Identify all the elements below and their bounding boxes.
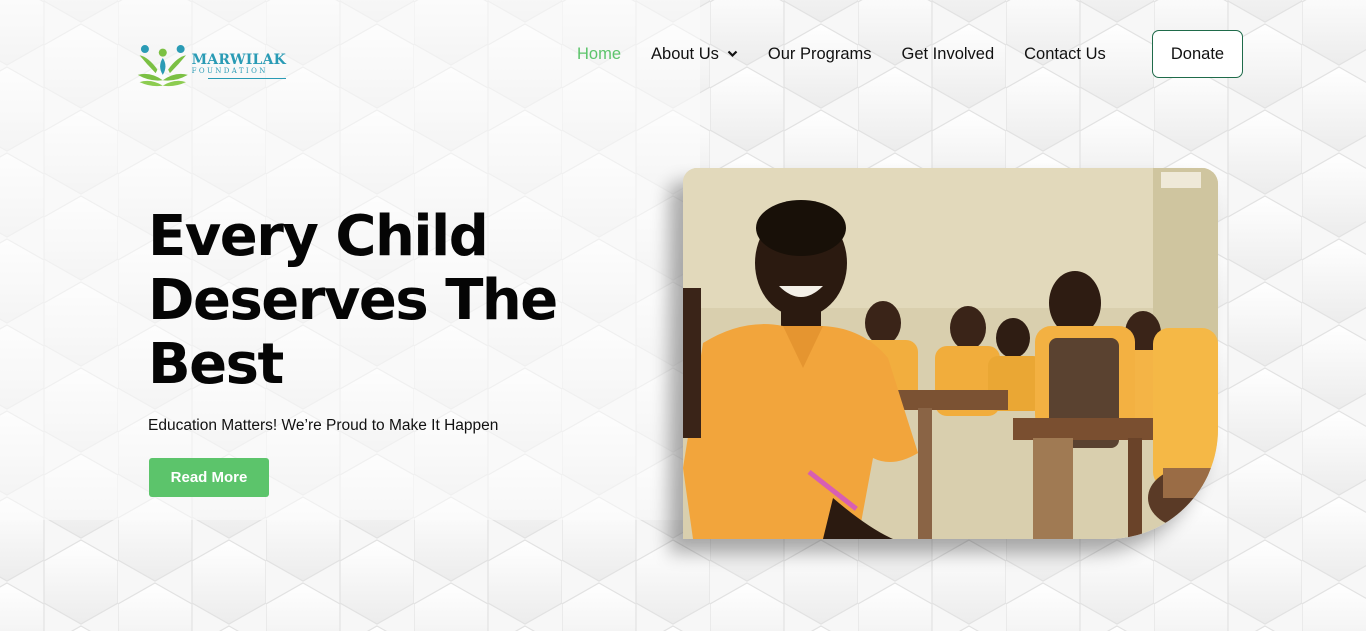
main-nav: Home About Us Our Programs Get Involved … xyxy=(562,30,1136,78)
hero-title: Every Child Deserves The Best xyxy=(148,205,618,397)
read-more-button[interactable]: Read More xyxy=(149,458,269,497)
chevron-down-icon xyxy=(727,50,738,58)
logo-people-icon xyxy=(137,45,188,87)
logo[interactable]: MARWILAK FOUNDATION xyxy=(136,40,286,92)
hero-image xyxy=(683,168,1218,539)
hero-title-line-3: Best xyxy=(148,332,284,397)
logo-subtitle: FOUNDATION xyxy=(191,67,268,75)
hero-title-line-2: Deserves The xyxy=(148,268,558,333)
donate-button[interactable]: Donate xyxy=(1152,30,1243,78)
nav-our-programs[interactable]: Our Programs xyxy=(768,45,872,64)
hero-text: Every Child Deserves The Best Education … xyxy=(148,205,618,435)
nav-home[interactable]: Home xyxy=(577,45,621,64)
hero-subtitle: Education Matters! We’re Proud to Make I… xyxy=(148,417,499,434)
nav-contact-us[interactable]: Contact Us xyxy=(1024,45,1106,64)
nav-about-us-label: About Us xyxy=(651,44,719,63)
hero-title-line-1: Every Child xyxy=(148,204,489,269)
classroom-photo xyxy=(683,168,1218,539)
nav-about-us[interactable]: About Us xyxy=(651,45,738,64)
nav-get-involved[interactable]: Get Involved xyxy=(902,45,995,64)
logo-name: MARWILAK xyxy=(191,52,286,68)
logo-underline xyxy=(207,78,286,79)
site-header: MARWILAK FOUNDATION Home About Us Our Pr… xyxy=(0,0,1366,110)
